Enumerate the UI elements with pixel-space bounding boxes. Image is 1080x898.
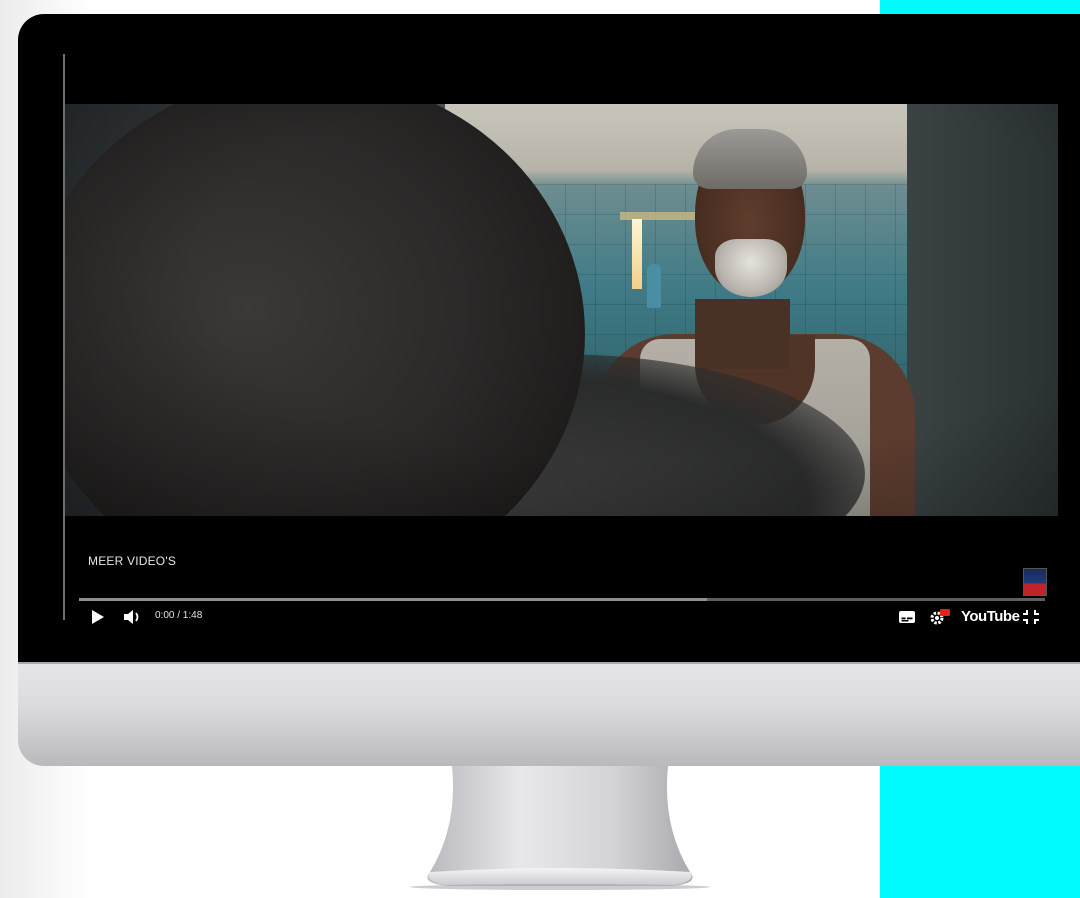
volume-button[interactable] [123,608,143,626]
monitor: MEER VIDEO'S 0:00 / 1:48 YouTube [18,14,1080,766]
settings-icon [930,609,950,625]
more-videos-label[interactable]: MEER VIDEO'S [88,554,176,568]
exit-fullscreen-button[interactable] [1021,608,1041,626]
settings-button[interactable] [929,608,951,626]
monitor-bezel: MEER VIDEO'S 0:00 / 1:48 YouTube [18,14,1080,662]
play-icon [92,610,104,624]
video-player[interactable]: MEER VIDEO'S 0:00 / 1:48 YouTube [63,54,1080,625]
monitor-stand [400,766,720,890]
time-display: 0:00 / 1:48 [155,610,203,621]
volume-icon [124,610,139,624]
play-button[interactable] [89,608,107,626]
captions-button[interactable] [898,608,916,626]
captions-icon [899,611,915,623]
exit-fullscreen-icon [1023,610,1039,624]
progress-bar-fill [79,598,707,601]
youtube-logo[interactable]: YouTube [961,608,1020,625]
channel-thumbnail-icon[interactable] [1023,568,1047,596]
monitor-chin [18,662,1080,766]
progress-bar[interactable] [79,598,1045,601]
player-controls: 0:00 / 1:48 YouTube [63,606,1080,632]
video-frame[interactable] [65,104,1058,516]
